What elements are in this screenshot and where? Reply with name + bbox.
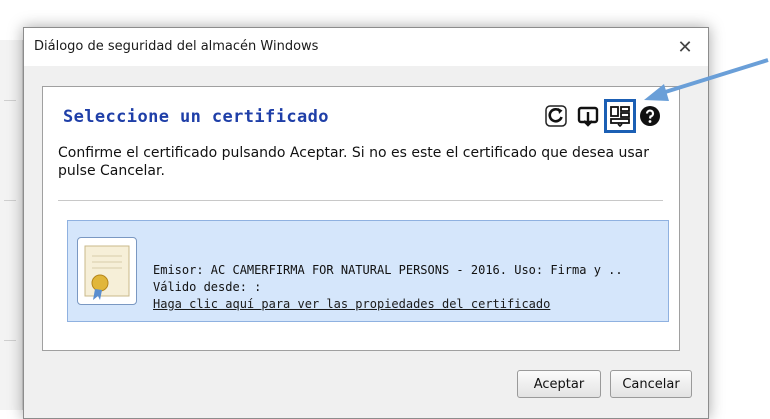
window-title: Diálogo de seguridad del almacén Windows — [34, 39, 319, 54]
help-button[interactable] — [639, 104, 661, 128]
divider — [58, 200, 663, 201]
valid-from-line: Válido desde: : — [153, 280, 262, 294]
background-mark — [4, 100, 16, 109]
import-icon — [577, 106, 599, 127]
view-details-button[interactable] — [604, 99, 636, 133]
certificate-icon — [77, 237, 137, 305]
certificate-toolbar — [539, 99, 679, 133]
background-mark — [4, 340, 16, 349]
help-icon — [640, 106, 660, 126]
certificate-list-item[interactable]: Emisor: AC CAMERFIRMA FOR NATURAL PERSON… — [67, 220, 669, 322]
certificate-details: Emisor: AC CAMERFIRMA FOR NATURAL PERSON… — [153, 262, 623, 313]
background-mark — [4, 200, 16, 209]
cancel-button[interactable]: Cancelar — [610, 370, 692, 398]
issuer-line: Emisor: AC CAMERFIRMA FOR NATURAL PERSON… — [153, 263, 623, 277]
title-bar: Diálogo de seguridad del almacén Windows… — [24, 28, 708, 66]
security-dialog: Diálogo de seguridad del almacén Windows… — [23, 27, 709, 419]
panel-heading: Seleccione un certificado — [63, 107, 329, 127]
import-button[interactable] — [577, 104, 599, 128]
instructions-text: Confirme el certificado pulsando Aceptar… — [58, 145, 649, 179]
close-button[interactable]: ✕ — [662, 28, 708, 66]
close-icon: ✕ — [677, 36, 693, 57]
certificate-panel: Seleccione un certificado Confirme el ce… — [42, 86, 680, 351]
certificate-properties-link[interactable]: Haga clic aquí para ver las propiedades … — [153, 296, 623, 313]
view-details-icon — [610, 106, 630, 127]
background-window-edge — [0, 40, 23, 410]
accept-button[interactable]: Aceptar — [517, 370, 601, 398]
refresh-button[interactable] — [545, 104, 567, 128]
refresh-icon — [545, 105, 567, 127]
